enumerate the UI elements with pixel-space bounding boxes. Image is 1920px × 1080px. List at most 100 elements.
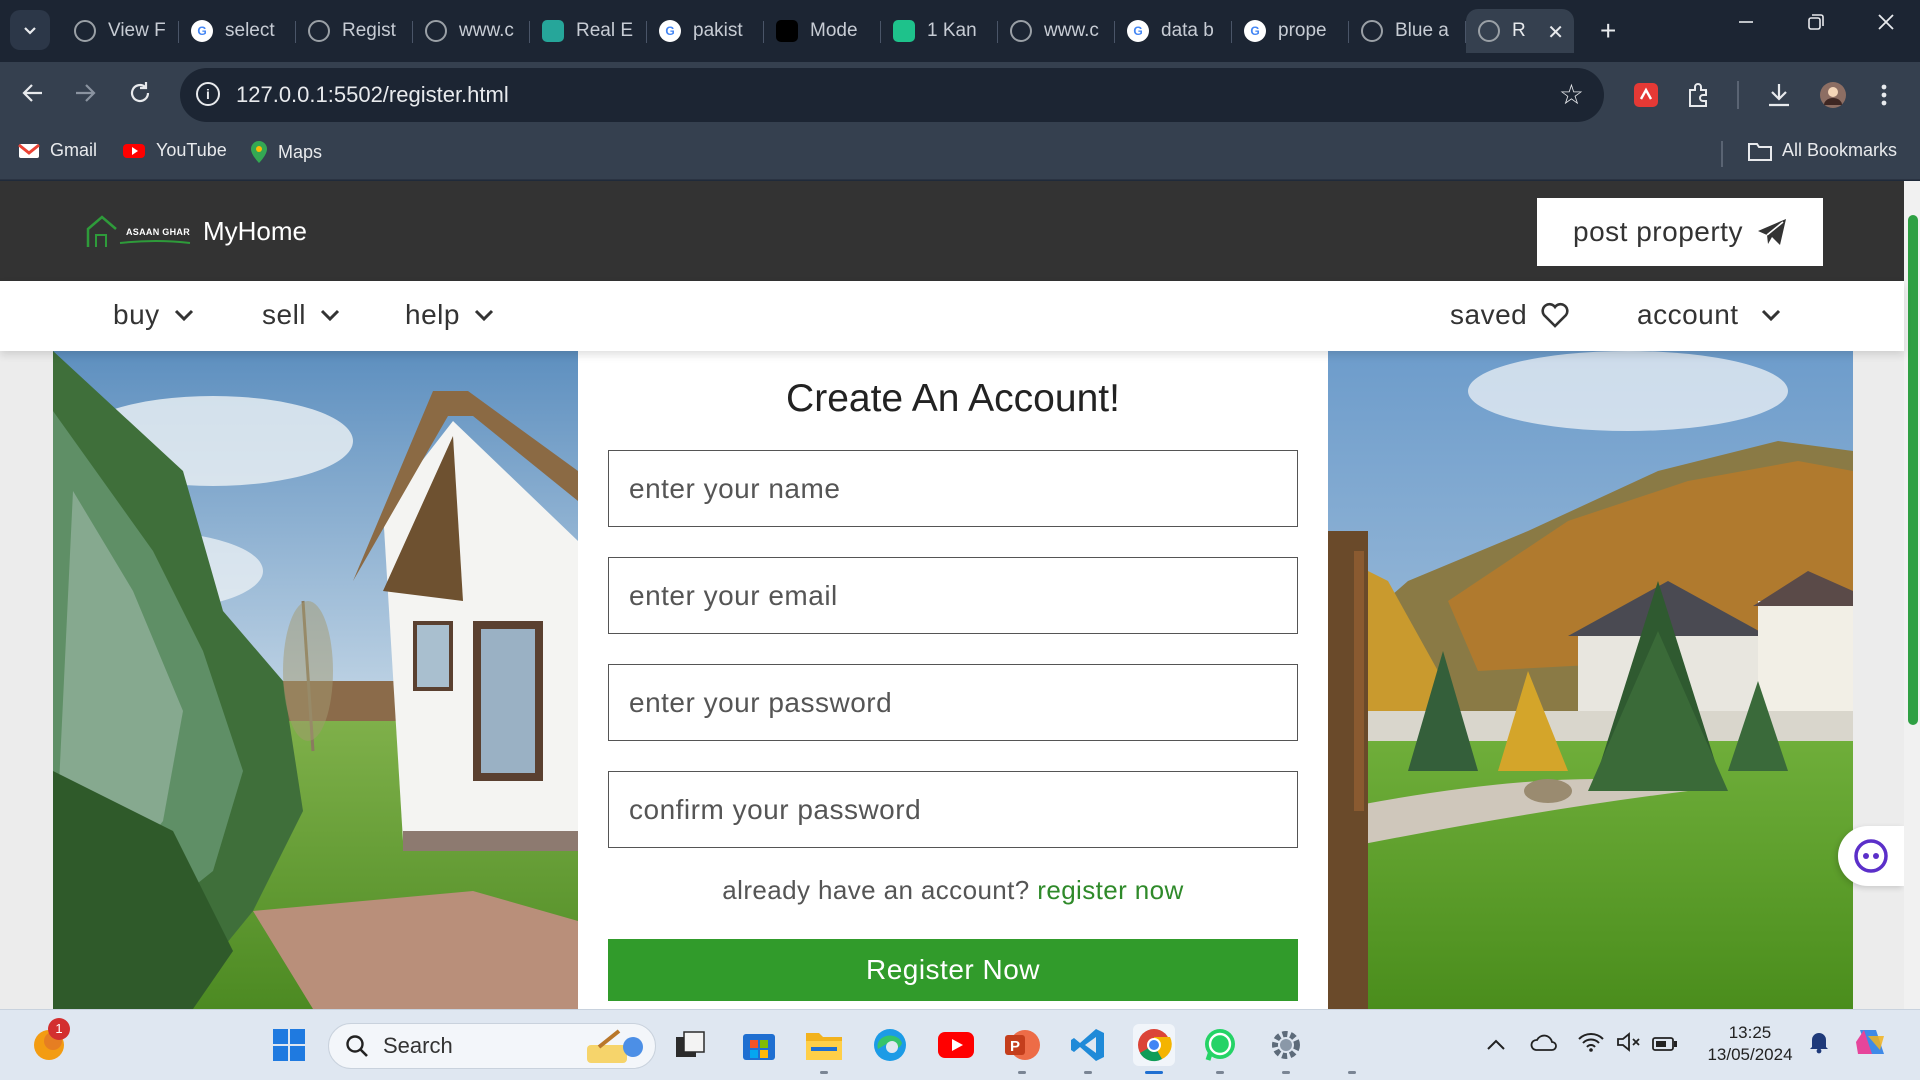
powerpoint-app[interactable]: P [1001, 1024, 1043, 1074]
nav-help[interactable]: help [405, 299, 494, 331]
url-text[interactable]: 127.0.0.1:5502/register.html [236, 82, 509, 108]
google-icon: G [191, 20, 213, 42]
minimize-button[interactable] [1736, 12, 1756, 38]
bookmark-star-icon[interactable]: ☆ [1559, 78, 1584, 111]
browser-tab[interactable]: Mode [764, 9, 881, 53]
chrome-app[interactable] [1133, 1024, 1175, 1074]
nav-account[interactable]: account [1637, 299, 1781, 331]
forward-button[interactable] [72, 80, 98, 112]
nav-sell[interactable]: sell [262, 299, 340, 331]
reload-button[interactable] [127, 80, 153, 112]
task-view-button[interactable] [669, 1024, 711, 1066]
new-tab-button[interactable]: + [1600, 14, 1616, 48]
assistant-widget[interactable] [1838, 826, 1904, 886]
chevron-down-icon [174, 309, 193, 322]
globe-icon [308, 20, 330, 42]
taskbar-clock[interactable]: 13:25 13/05/2024 [1700, 1022, 1800, 1066]
browser-tab[interactable]: Regist [296, 9, 413, 53]
browser-tab[interactable]: Blue a [1349, 9, 1466, 53]
register-button[interactable]: Register Now [608, 939, 1298, 1001]
site-info-icon[interactable]: i [196, 82, 220, 106]
browser-tab[interactable]: Real E [530, 9, 647, 53]
nav-buy[interactable]: buy [113, 299, 194, 331]
youtube-app[interactable] [935, 1024, 977, 1066]
weather-widget[interactable]: 1 [28, 1018, 70, 1066]
taskbar-search[interactable]: Search [328, 1023, 656, 1069]
arrow-right-icon [76, 84, 96, 102]
close-icon [1878, 14, 1894, 30]
restore-button[interactable] [1806, 12, 1826, 38]
browser-tab-active[interactable]: R ✕ [1466, 9, 1574, 53]
post-property-button[interactable]: post property [1537, 198, 1823, 266]
vscode-app[interactable] [1067, 1024, 1109, 1074]
tab-title: select [225, 20, 275, 41]
windows-taskbar: 1 Search P 13:25 13/05/2024 [0, 1009, 1920, 1080]
nav-saved[interactable]: saved [1450, 299, 1569, 331]
nav-account-label: account [1637, 299, 1739, 330]
profile-avatar[interactable] [1818, 80, 1848, 110]
login-link[interactable]: register now [1037, 875, 1183, 905]
tab-title: pakist [693, 20, 743, 41]
volume-muted-icon [1617, 1032, 1640, 1052]
close-window-button[interactable] [1876, 12, 1896, 38]
download-icon[interactable] [1764, 80, 1794, 110]
start-button[interactable] [268, 1024, 310, 1066]
login-prompt: already have an account? register now [578, 875, 1328, 906]
file-explorer-app[interactable] [803, 1024, 845, 1074]
browser-tab[interactable]: Gdata b [1115, 9, 1232, 53]
wifi-tray[interactable] [1578, 1032, 1604, 1058]
paper-plane-icon [1757, 219, 1786, 245]
settings-app[interactable] [1265, 1024, 1307, 1074]
notification-badge: 1 [48, 1018, 70, 1040]
bookmark-maps[interactable]: Maps [250, 140, 322, 164]
browser-tab[interactable]: www.c [413, 9, 530, 53]
back-button[interactable] [20, 80, 46, 112]
tab-title: View F [108, 20, 166, 41]
vscode-icon [1071, 1029, 1104, 1061]
brand-name: MyHome [203, 215, 308, 246]
login-prompt-text: already have an account? [722, 875, 1030, 905]
password-field[interactable] [608, 664, 1298, 741]
tray-overflow-button[interactable] [1486, 1032, 1506, 1058]
edge-app[interactable] [869, 1024, 911, 1066]
bookmark-youtube[interactable]: YouTube [122, 140, 227, 161]
browser-tab-bar: View F Gselect Regist www.c Real E Gpakist Mod… [0, 0, 1920, 62]
notifications-tray[interactable] [1808, 1030, 1830, 1060]
address-bar[interactable]: i 127.0.0.1:5502/register.html ☆ [180, 68, 1604, 122]
browser-tab[interactable]: www.c [998, 9, 1115, 53]
store-icon [743, 1034, 775, 1060]
site-logo[interactable]: ASAAN GHAR MyHome [86, 213, 307, 249]
tab-search-button[interactable] [10, 10, 50, 50]
scrollbar-thumb[interactable] [1908, 215, 1918, 725]
bookmark-gmail[interactable]: Gmail [18, 140, 97, 161]
browser-menu-icon[interactable] [1876, 80, 1892, 110]
house-photo-left [53, 351, 578, 1009]
form-title: Create An Account! [786, 377, 1120, 420]
close-tab-icon[interactable]: ✕ [1547, 20, 1564, 45]
taskbar-app-hidden[interactable] [1331, 1024, 1373, 1074]
all-bookmarks-button[interactable]: All Bookmarks [1748, 140, 1897, 161]
browser-tab[interactable]: Gpakist [647, 9, 764, 53]
cloud-icon [1530, 1034, 1557, 1051]
browser-tab[interactable]: 1 Kan [881, 9, 998, 53]
browser-tab[interactable]: View F [62, 9, 179, 53]
extension-red-icon[interactable] [1632, 80, 1660, 110]
tab-title: Regist [342, 20, 396, 41]
name-field[interactable] [608, 450, 1298, 527]
store-app[interactable] [738, 1024, 780, 1066]
whatsapp-app[interactable] [1199, 1024, 1241, 1074]
browser-tab[interactable]: Gprope [1232, 9, 1349, 53]
tab-title: Mode [810, 20, 858, 41]
battery-tray[interactable] [1652, 1032, 1678, 1058]
page-scrollbar[interactable] [1904, 181, 1920, 1009]
confirm-password-field[interactable] [608, 771, 1298, 848]
volume-tray[interactable] [1616, 1032, 1642, 1058]
browser-tab[interactable]: Gselect [179, 9, 296, 53]
extensions-puzzle-icon[interactable] [1684, 80, 1714, 110]
copilot-tray[interactable] [1854, 1026, 1890, 1064]
toolbar-divider [1737, 81, 1739, 109]
onedrive-tray[interactable] [1530, 1032, 1558, 1058]
email-field[interactable] [608, 557, 1298, 634]
bookmarks-bar: Gmail YouTube Maps All Bookmarks [0, 128, 1920, 180]
task-view-icon [676, 1031, 705, 1057]
